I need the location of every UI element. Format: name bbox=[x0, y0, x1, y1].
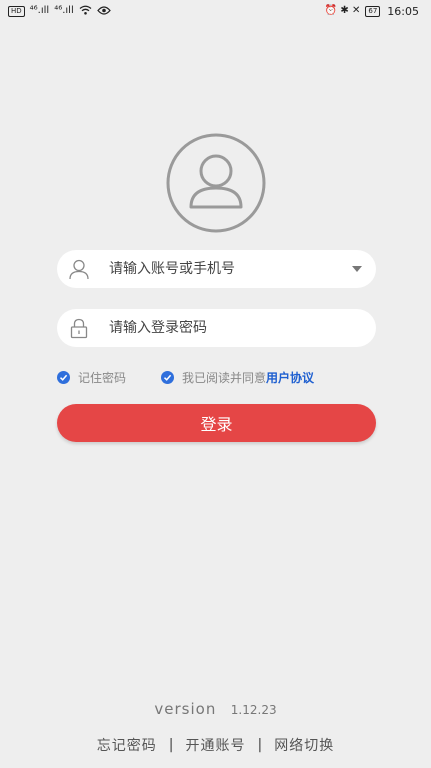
user-avatar-icon bbox=[166, 133, 266, 233]
version-label: version bbox=[154, 700, 217, 718]
version-number: 1.12.23 bbox=[230, 703, 277, 717]
account-field[interactable] bbox=[57, 250, 376, 288]
version-info: version 1.12.23 bbox=[0, 700, 431, 718]
status-right: ⏰ ✱ ✕ 67 16:05 bbox=[325, 5, 419, 18]
status-bar: HD ⁴⁶.ıll ⁴⁶.ıll ⏰ ✱ ✕ 67 16:05 bbox=[0, 0, 431, 22]
account-dropdown-icon[interactable] bbox=[352, 266, 362, 272]
status-left: HD ⁴⁶.ıll ⁴⁶.ıll bbox=[8, 5, 111, 18]
remember-password-label: 记住密码 bbox=[78, 370, 127, 385]
lock-icon bbox=[67, 316, 91, 340]
signal-icon-2: ⁴⁶.ıll bbox=[54, 5, 74, 16]
remember-password-option[interactable]: 记住密码 bbox=[57, 369, 126, 386]
login-options: 记住密码 我已阅读并同意 用户协议 bbox=[57, 368, 376, 386]
password-input[interactable] bbox=[109, 320, 362, 336]
battery-indicator: 67 bbox=[365, 5, 381, 17]
wifi-icon bbox=[79, 5, 92, 18]
separator: | bbox=[257, 737, 263, 753]
network-switch-link[interactable]: 网络切换 bbox=[274, 735, 334, 755]
footer-links: 忘记密码 | 开通账号 | 网络切换 bbox=[0, 735, 431, 755]
account-input[interactable] bbox=[109, 261, 346, 277]
signal-icon: ⁴⁶.ıll bbox=[29, 5, 50, 16]
user-agreement-link[interactable]: 用户协议 bbox=[266, 369, 314, 386]
checked-icon[interactable] bbox=[57, 370, 70, 384]
status-time: 16:05 bbox=[387, 4, 419, 18]
agreement-option[interactable]: 我已阅读并同意 用户协议 bbox=[161, 369, 314, 386]
eye-icon bbox=[96, 5, 111, 18]
checked-icon[interactable] bbox=[161, 370, 175, 384]
agreement-label: 我已阅读并同意 bbox=[182, 370, 267, 385]
password-field[interactable] bbox=[57, 309, 376, 347]
forgot-password-link[interactable]: 忘记密码 bbox=[97, 735, 157, 755]
separator: | bbox=[168, 737, 174, 753]
login-button[interactable]: 登录 bbox=[57, 404, 376, 442]
user-icon bbox=[67, 257, 91, 281]
alarm-bluetooth-mute-icons: ⏰ ✱ ✕ bbox=[324, 5, 361, 16]
open-account-link[interactable]: 开通账号 bbox=[186, 735, 246, 755]
hd-badge: HD bbox=[8, 5, 25, 17]
